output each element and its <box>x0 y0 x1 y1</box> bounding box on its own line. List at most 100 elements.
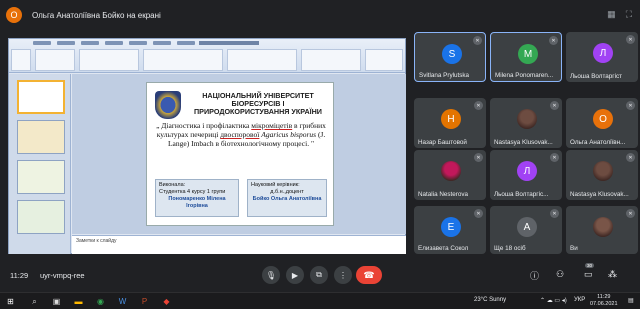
participant-name: Natalia Nesterova <box>418 191 469 198</box>
participant-tile[interactable]: Ви ✕ <box>566 206 638 254</box>
camera-icon: ▶ <box>291 270 299 280</box>
presentation-stage: НАЦІОНАЛЬНИЙ УНІВЕРСИТЕТ БІОРЕСУРСІВ І П… <box>0 30 408 256</box>
participant-tile[interactable]: Л Льоша Волтаргіс... ✕ <box>490 150 562 200</box>
fullscreen-icon[interactable]: ⛶ <box>626 9 632 20</box>
microphone-icon: 🎙 <box>265 270 277 280</box>
participant-name: Назар Баштовой <box>418 139 467 146</box>
performer-box: Виконала: Студентка 4 курсу 1 групи Поно… <box>155 179 239 217</box>
keyboard-language[interactable]: УКР <box>574 297 585 303</box>
activities-icon[interactable]: ⁂ <box>608 269 617 280</box>
meeting-code: uyr-vmpq-ree <box>40 271 85 280</box>
participant-name: Ви <box>570 245 578 252</box>
participant-avatar <box>593 161 613 181</box>
microphone-button[interactable]: 🎙 <box>262 266 280 284</box>
participant-avatar: Л <box>593 43 613 63</box>
participant-avatar <box>593 217 613 237</box>
powerpoint-window: НАЦІОНАЛЬНИЙ УНІВЕРСИТЕТ БІОРЕСУРСІВ І П… <box>8 38 406 254</box>
muted-mic-icon: ✕ <box>550 153 559 162</box>
participant-avatar: S <box>442 44 462 64</box>
participant-tile[interactable]: А Ще 18 осіб ✕ <box>490 206 562 254</box>
ribbon-group-font[interactable] <box>143 49 223 71</box>
file-explorer-icon[interactable]: ▬ <box>73 296 84 307</box>
muted-mic-icon: ✕ <box>550 209 559 218</box>
top-bar: O Ольга Анатоліївна Бойко на екрані ▦ ⛶ <box>0 0 640 30</box>
muted-mic-icon: ✕ <box>550 101 559 110</box>
participant-avatar <box>441 161 461 181</box>
chrome-icon[interactable]: ◉ <box>95 296 106 307</box>
weather-widget[interactable]: 23°C Sunny <box>474 297 506 303</box>
app-icon[interactable]: ◆ <box>161 296 172 307</box>
task-view-icon[interactable]: ▣ <box>51 296 62 307</box>
participant-avatar: А <box>517 217 537 237</box>
search-icon[interactable]: ⌕ <box>29 296 40 307</box>
participant-tile[interactable]: О Ольга Анатоліївн... ✕ <box>566 98 638 148</box>
university-crest <box>155 91 181 119</box>
participant-avatar: О <box>593 109 613 129</box>
participant-avatar: Н <box>441 109 461 129</box>
meeting-controls: 11:29 uyr-vmpq-ree 🎙 ▶ ⧉ ⋮ ☎ ⓘ ⚇ 30 ▭ ⁂ <box>0 258 640 292</box>
participant-name: Nastasya Klusovak... <box>494 139 553 146</box>
people-icon[interactable]: ⚇ <box>556 269 564 280</box>
participant-tile[interactable]: Nastasya Klusovak... ✕ <box>566 150 638 200</box>
participant-avatar: Л <box>517 161 537 181</box>
window-title-bar <box>199 41 259 45</box>
slide-thumbnail[interactable] <box>17 160 65 194</box>
participant-name: Ще 18 осіб <box>494 245 526 252</box>
muted-mic-icon: ✕ <box>626 101 635 110</box>
muted-mic-icon: ✕ <box>626 209 635 218</box>
slide-thumbnail[interactable] <box>17 120 65 154</box>
participant-avatar: Е <box>441 217 461 237</box>
office-button[interactable] <box>11 49 31 71</box>
ribbon-group-drawing[interactable] <box>301 49 361 71</box>
participant-name: Milena Ponomaren... <box>495 72 554 79</box>
participant-tile[interactable]: S Svitlana Prylutska ✕ <box>414 32 486 82</box>
muted-mic-icon: ✕ <box>626 35 635 44</box>
advisor-box: Науковий керівник: д.б.н.,доцент Бойко О… <box>247 179 327 217</box>
windows-start-icon[interactable]: ⊞ <box>5 296 16 307</box>
ribbon-group-editing[interactable] <box>365 49 403 71</box>
participant-avatar <box>517 109 537 129</box>
presenter-avatar: O <box>6 7 22 23</box>
muted-mic-icon: ✕ <box>474 209 483 218</box>
presenter-status: Ольга Анатоліївна Бойко на екрані <box>32 10 161 20</box>
word-icon[interactable]: W <box>117 296 128 307</box>
current-slide: НАЦІОНАЛЬНИЙ УНІВЕРСИТЕТ БІОРЕСУРСІВ І П… <box>146 82 334 226</box>
leave-call-button[interactable]: ☎ <box>356 266 382 284</box>
ribbon-group-paragraph[interactable] <box>227 49 297 71</box>
system-tray-icons[interactable]: ⌃ ☁ ▭ ◂) <box>540 297 567 304</box>
muted-mic-icon: ✕ <box>474 101 483 110</box>
present-button[interactable]: ⧉ <box>310 266 328 284</box>
ribbon <box>9 39 405 73</box>
university-name: НАЦІОНАЛЬНИЙ УНІВЕРСИТЕТ БІОРЕСУРСІВ І П… <box>194 91 322 116</box>
muted-mic-icon: ✕ <box>474 153 483 162</box>
participant-tile[interactable]: Н Назар Баштовой ✕ <box>414 98 486 148</box>
slide-thumbnail[interactable] <box>17 200 65 234</box>
powerpoint-icon[interactable]: P <box>139 296 150 307</box>
participant-tile[interactable]: Л Льоша Волтаргіст ✕ <box>566 32 638 82</box>
layout-icon[interactable]: ▦ <box>607 9 616 20</box>
participant-name: Svitlana Prylutska <box>419 72 470 79</box>
meeting-time: 11:29 <box>10 271 29 280</box>
participant-count-badge: 30 <box>585 263 595 268</box>
participant-tile[interactable]: M Milena Ponomaren... ✕ <box>490 32 562 82</box>
participant-tile[interactable]: Natalia Nesterova ✕ <box>414 150 486 200</box>
info-icon[interactable]: ⓘ <box>530 269 539 282</box>
more-options-button[interactable]: ⋮ <box>334 266 352 284</box>
participant-tile[interactable]: Nastasya Klusovak... ✕ <box>490 98 562 148</box>
chat-icon[interactable]: ▭ <box>584 269 593 280</box>
slide-editor: НАЦІОНАЛЬНИЙ УНІВЕРСИТЕТ БІОРЕСУРСІВ І П… <box>72 74 406 234</box>
ribbon-group-clipboard[interactable] <box>35 49 75 71</box>
slide-thumbnail[interactable] <box>17 80 65 114</box>
slide-notes[interactable]: Заметки к слайду <box>72 235 406 254</box>
muted-mic-icon: ✕ <box>549 36 558 45</box>
system-clock[interactable]: 11:29 07.06.2021 <box>590 294 618 308</box>
notifications-icon[interactable]: ▤ <box>628 297 634 304</box>
participant-tile[interactable]: Е Елизавета Сокол ✕ <box>414 206 486 254</box>
present-icon: ⧉ <box>316 270 322 279</box>
ribbon-group-slides[interactable] <box>79 49 139 71</box>
camera-button[interactable]: ▶ <box>286 266 304 284</box>
windows-taskbar: ⊞ ⌕ ▣ ▬ ◉ W P ◆ 23°C Sunny ⌃ ☁ ▭ ◂) УКР … <box>0 292 640 309</box>
slide-title: „ Діагностика і профілактика мікроміцеті… <box>156 121 326 148</box>
participant-name: Льоша Волтаргіс... <box>494 191 549 198</box>
more-icon: ⋮ <box>339 270 347 280</box>
